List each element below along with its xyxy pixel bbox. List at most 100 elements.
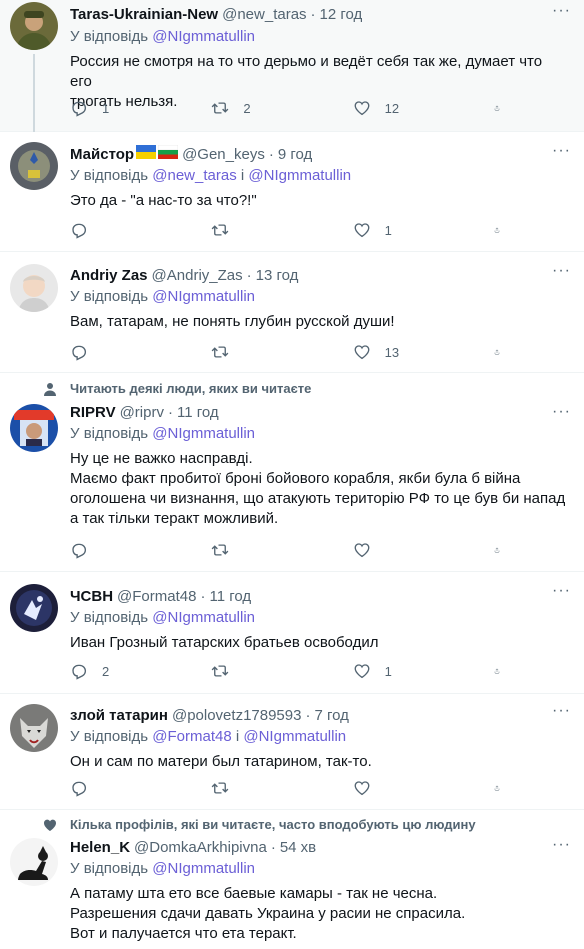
mention-link[interactable]: @NIgmmatullin (248, 167, 351, 184)
reply-button[interactable]: 2 (70, 662, 142, 680)
mention-link[interactable]: @Format48 (152, 728, 231, 745)
more-icon[interactable]: ··· (552, 583, 570, 604)
user-handle[interactable]: @new_taras (222, 6, 306, 23)
replying-to: У відповідь @new_taras і @NIgmmatullin (70, 166, 568, 186)
avatar[interactable] (10, 264, 58, 312)
mention-link[interactable]: @NIgmmatullin (152, 288, 255, 305)
heart-icon (353, 779, 371, 797)
mention-link[interactable]: @new_taras (152, 167, 236, 184)
timestamp[interactable]: 54 хв (280, 839, 316, 856)
tweet[interactable]: ··· злой татарин @polovetz1789593 · 7 го… (0, 694, 584, 810)
more-icon[interactable]: ··· (552, 263, 570, 284)
timestamp[interactable]: 11 год (177, 404, 219, 421)
avatar[interactable] (10, 838, 58, 886)
reply-button[interactable]: 1 (70, 99, 142, 117)
tweet[interactable]: ··· ЧСВН @Format48 · 11 год У відповідь … (0, 572, 584, 694)
more-icon[interactable]: ··· (552, 3, 570, 24)
reply-icon (70, 343, 88, 361)
more-icon[interactable]: ··· (552, 703, 570, 724)
timestamp[interactable]: 9 год (278, 146, 312, 163)
timestamp[interactable]: 12 год (320, 6, 363, 23)
more-icon[interactable]: ··· (552, 404, 570, 425)
retweet-button[interactable]: 2 (211, 99, 283, 117)
heart-filled-icon (44, 819, 56, 831)
like-count: 1 (384, 222, 392, 238)
tweet[interactable]: Кілька профілів, які ви читаєте, часто в… (0, 810, 584, 949)
avatar[interactable] (10, 142, 58, 190)
separator-dot: · (270, 838, 276, 856)
tweet[interactable]: ··· Taras-Ukrainian-New @new_taras · 12 … (0, 0, 584, 132)
avatar[interactable] (10, 584, 58, 632)
replying-to: У відповідь @NIgmmatullin (70, 424, 568, 444)
mention-link[interactable]: @NIgmmatullin (243, 728, 346, 745)
mention-link[interactable]: @NIgmmatullin (152, 28, 255, 45)
like-button[interactable]: 1 (353, 221, 425, 239)
retweet-button[interactable] (211, 343, 283, 361)
share-button[interactable] (494, 221, 514, 239)
text-line: Это да - "а нас-то за что?!" (70, 192, 257, 209)
tweet-text: Иван Грозный татарских братьев освободил (70, 633, 568, 653)
action-bar: 13 (70, 342, 514, 362)
user-handle[interactable]: @Andriy_Zas (152, 267, 243, 284)
user-handle[interactable]: @riprv (120, 404, 164, 421)
like-button[interactable]: 12 (353, 99, 425, 117)
timestamp[interactable]: 7 год (314, 707, 348, 724)
action-bar: 1 (70, 220, 514, 240)
user-handle[interactable]: @Gen_keys (182, 146, 265, 163)
tweet[interactable]: ··· Майстор @Gen_keys · 9 год У відповід… (0, 132, 584, 252)
tweet[interactable]: ··· Andriy Zas @Andriy_Zas · 13 год У ві… (0, 252, 584, 373)
avatar[interactable] (10, 404, 58, 452)
reply-button[interactable] (70, 343, 142, 361)
tweet-text: А патаму шта ето все баевые камары - так… (70, 884, 568, 944)
heart-icon (353, 221, 371, 239)
reply-button[interactable] (70, 779, 142, 797)
share-button[interactable] (494, 779, 514, 797)
user-handle[interactable]: @polovetz1789593 (172, 707, 302, 724)
display-name[interactable]: Helen_K (70, 839, 130, 856)
tweet-text: Это да - "а нас-то за что?!" (70, 191, 568, 211)
timestamp[interactable]: 11 год (209, 588, 251, 605)
timestamp[interactable]: 13 год (256, 267, 299, 284)
share-button[interactable] (494, 99, 514, 117)
display-name[interactable]: Taras-Ukrainian-New (70, 6, 218, 23)
retweet-button[interactable] (211, 779, 283, 797)
reply-button[interactable] (70, 541, 142, 559)
reply-button[interactable] (70, 221, 142, 239)
share-button[interactable] (494, 343, 514, 361)
display-name[interactable]: RIPRV (70, 404, 116, 421)
display-name[interactable]: Andriy Zas (70, 267, 148, 284)
user-handle[interactable]: @DomkaArkhipivna (134, 839, 267, 856)
retweet-button[interactable] (211, 221, 283, 239)
like-button[interactable]: 13 (353, 343, 425, 361)
retweet-button[interactable] (211, 541, 283, 559)
share-button[interactable] (494, 662, 514, 680)
mention-link[interactable]: @NIgmmatullin (152, 425, 255, 442)
like-count: 1 (384, 663, 392, 679)
more-icon[interactable]: ··· (552, 837, 570, 858)
text-line: Россия не смотря на то что дерьмо и ведё… (70, 53, 543, 90)
heart-icon (353, 662, 371, 680)
like-button[interactable] (353, 541, 425, 559)
mention-link[interactable]: @NIgmmatullin (152, 860, 255, 877)
avatar[interactable] (10, 704, 58, 752)
mention-link[interactable]: @NIgmmatullin (152, 609, 255, 626)
reply-icon (70, 221, 88, 239)
tweet-header: Майстор @Gen_keys · 9 год (70, 144, 568, 164)
retweet-icon (211, 541, 229, 559)
action-bar (70, 540, 514, 560)
display-name[interactable]: Майстор (70, 146, 134, 163)
avatar[interactable] (10, 2, 58, 50)
like-button[interactable] (353, 779, 425, 797)
retweet-button[interactable] (211, 662, 283, 680)
reply-icon (70, 541, 88, 559)
like-count: 13 (384, 344, 400, 360)
share-button[interactable] (494, 541, 514, 559)
like-button[interactable]: 1 (353, 662, 425, 680)
display-name[interactable]: злой татарин (70, 707, 168, 724)
user-handle[interactable]: @Format48 (117, 588, 196, 605)
tweet-text: Ну це не важко насправді. Маємо факт про… (70, 449, 568, 529)
tweet[interactable]: Читають деякі люди, яких ви читаєте ··· … (0, 373, 584, 572)
more-icon[interactable]: ··· (552, 143, 570, 164)
display-name[interactable]: ЧСВН (70, 588, 113, 605)
social-context-text: Кілька профілів, які ви читаєте, часто в… (70, 817, 476, 832)
